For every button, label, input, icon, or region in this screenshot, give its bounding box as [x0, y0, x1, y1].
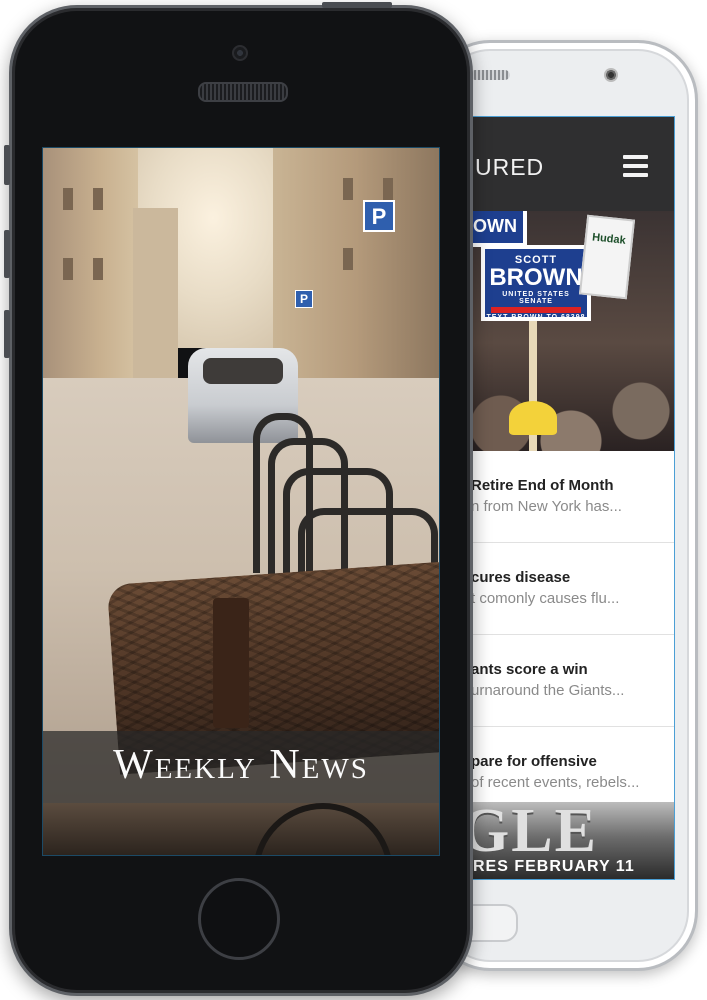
iphone-volume-up — [4, 230, 10, 278]
news-snippet: urnaround the Giants... — [471, 682, 625, 699]
banner-title: GLE — [461, 797, 598, 865]
window — [93, 258, 103, 280]
window — [343, 248, 353, 270]
campaign-sign-side: Hudak — [578, 214, 636, 300]
iphone-home-button[interactable] — [198, 878, 280, 960]
iphone-speaker — [198, 82, 288, 102]
window — [343, 178, 353, 200]
yellow-cap — [509, 401, 557, 435]
basket-strap — [213, 598, 249, 728]
window — [63, 188, 73, 210]
list-item[interactable]: cures disease t comonly causes flu... — [441, 543, 674, 635]
iphone-camera-icon — [232, 45, 248, 61]
splash-title: Weekly News — [113, 742, 369, 788]
window — [93, 188, 103, 210]
android-speaker — [470, 70, 510, 80]
app-header: URED — [441, 117, 674, 211]
featured-photo[interactable]: BROWN SCOTT BROWN UNITED STATES SENATE T… — [441, 211, 674, 451]
window — [63, 258, 73, 280]
news-title: cures disease — [471, 569, 571, 586]
news-snippet: n from New York has... — [471, 498, 622, 515]
iphone-screen[interactable]: P P Weekly News — [42, 147, 440, 856]
window — [383, 178, 393, 200]
list-item[interactable]: Retire End of Month n from New York has.… — [441, 451, 674, 543]
news-title: Retire End of Month — [471, 477, 614, 494]
news-title: pare for offensive — [471, 753, 597, 770]
car-window — [203, 358, 283, 384]
android-camera-icon — [604, 68, 618, 82]
android-screen: URED BROWN SCOTT BROWN UNITED STATES SEN… — [440, 116, 675, 880]
movie-banner[interactable]: GLE RES FEBRUARY 11 — [441, 797, 674, 879]
news-snippet: t comonly causes flu... — [471, 590, 620, 607]
banner-subtitle: RES FEBRUARY 11 — [473, 858, 635, 875]
splash-banner: Weekly News — [43, 731, 439, 803]
hamburger-menu-icon[interactable] — [623, 155, 648, 177]
header-title: URED — [475, 154, 545, 180]
news-list: Retire End of Month n from New York has.… — [441, 451, 674, 819]
iphone-mute-switch — [4, 145, 10, 185]
iphone-volume-down — [4, 310, 10, 358]
campaign-sign-main: SCOTT BROWN UNITED STATES SENATE TEXT BR… — [481, 245, 591, 321]
news-title: ants score a win — [471, 661, 588, 678]
news-snippet: of recent events, rebels... — [471, 774, 640, 791]
parking-sign-icon: P — [363, 200, 395, 232]
list-item[interactable]: ants score a win urnaround the Giants... — [441, 635, 674, 727]
parking-sign-icon: P — [295, 290, 313, 308]
building-left — [43, 148, 138, 408]
iphone-power-button — [322, 2, 392, 8]
